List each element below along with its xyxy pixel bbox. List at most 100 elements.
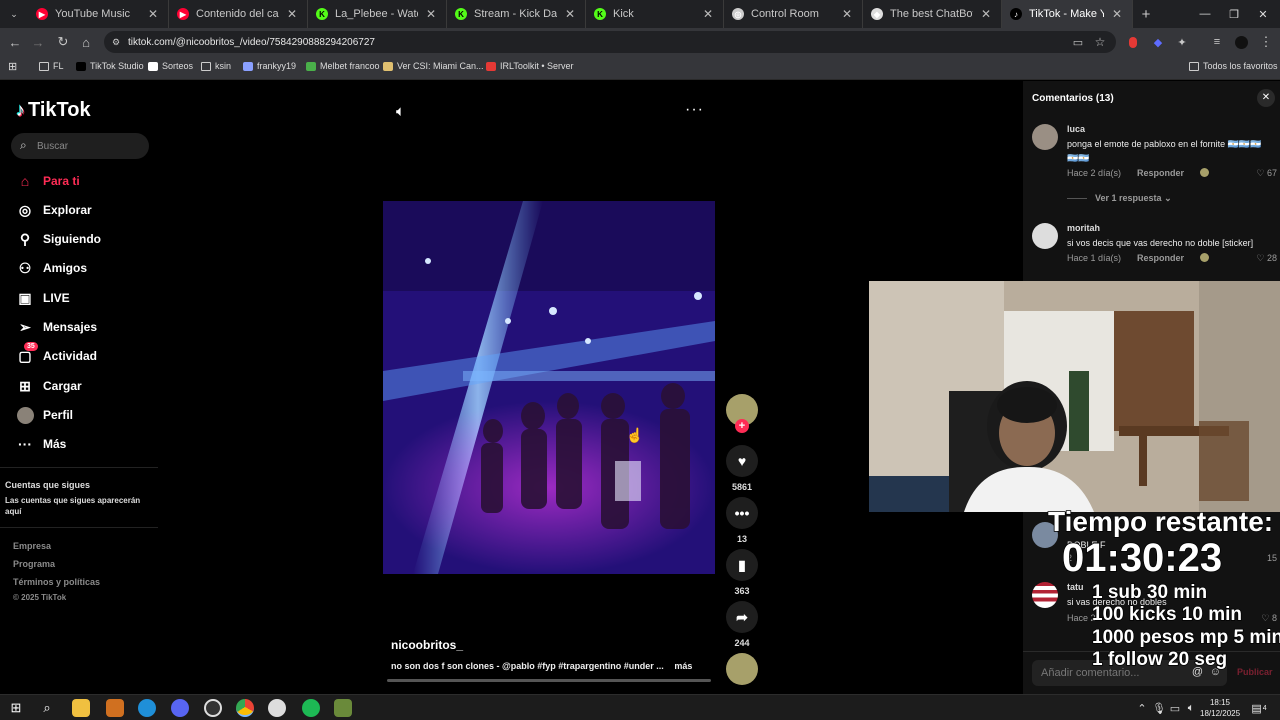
nav-item[interactable]: ⊞ Cargar [16,377,82,395]
back-button[interactable]: ← [3,30,27,54]
windows-start-icon[interactable]: ⊞ [7,699,25,717]
video-author[interactable]: nicoobritos_ [391,638,463,652]
volume-icon[interactable]: 🔈︎ [1182,699,1200,717]
apps-icon[interactable]: ⊞ [8,60,17,73]
bookmark-item[interactable]: Ver CSI: Miami Can... [383,61,484,71]
comment-user[interactable]: luca [1067,124,1085,134]
avatar[interactable] [1032,223,1058,249]
browser-tab[interactable]: K Stream - Kick Dashboard ✕ [447,0,586,28]
close-tab-icon[interactable]: ✕ [1110,7,1124,21]
forward-button[interactable]: → [26,30,50,54]
follow-plus-icon[interactable]: + [735,419,749,433]
search-input[interactable]: ⌕ Buscar [11,133,149,159]
like-button[interactable]: ♥ 5861 [726,445,758,492]
close-tab-icon[interactable]: ✕ [701,7,715,21]
browser-tab[interactable]: ▶ YouTube Music ✕ [28,0,169,28]
bookmark-item[interactable]: Melbet francoo [306,61,380,71]
bookmark-item[interactable]: ksin [201,61,231,71]
bookmark-item[interactable]: FL [39,61,64,71]
bookmark-item[interactable]: IRLToolkit • Server [486,61,574,71]
browser-tab[interactable]: ♪ TikTok - Make Your Day ✕ [1002,0,1133,28]
discord-icon[interactable] [171,699,189,717]
clock[interactable]: 18:15 18/12/2025 [1200,697,1240,719]
extensions-icon[interactable]: ✦ [1170,30,1194,54]
nav-item[interactable]: ··· Más [16,435,66,453]
url-bar[interactable]: ⚙ tiktok.com/@nicoobritos_/video/7584290… [104,31,1116,53]
close-tab-icon[interactable]: ✕ [285,7,299,21]
video-progress-bar[interactable] [387,679,711,682]
menu-icon[interactable]: ⋮ [1254,30,1278,54]
extension-red-icon[interactable] [1121,30,1145,54]
reading-list-icon[interactable]: ≡ [1205,30,1229,54]
comment-like[interactable]: ♡ 8 [1261,613,1277,624]
tiktok-logo[interactable]: ♪ TikTok [16,99,91,122]
edge-icon[interactable] [138,699,156,717]
obs-icon[interactable] [204,699,222,717]
nav-item[interactable]: Perfil [16,406,73,424]
spotify-icon[interactable] [302,699,320,717]
bookmark-item[interactable]: frankyy19 [243,61,296,71]
cast-icon[interactable]: ▭ [1066,30,1090,54]
profile-avatar[interactable] [1229,30,1253,54]
minecraft-icon[interactable] [334,699,352,717]
comment-button[interactable]: ••• 13 [726,497,758,544]
browser-tab[interactable]: K Kick ✕ [586,0,724,28]
file-explorer-icon[interactable] [72,699,90,717]
volume-icon[interactable]: 🔈︎ [396,103,405,120]
close-tab-icon[interactable]: ✕ [979,7,993,21]
browser-tab[interactable]: ▶ Contenido del canal - YouTube ✕ [169,0,308,28]
new-tab-button[interactable]: + [1133,0,1159,28]
nav-item[interactable]: ▣ LIVE [16,289,69,307]
nav-item[interactable]: ⚲ Siguiendo [16,230,101,248]
home-button[interactable]: ⌂ [74,30,98,54]
music-disc[interactable] [726,653,758,690]
video-player[interactable]: ☝ [383,201,715,574]
comment-like[interactable]: ♡ 28 [1256,253,1277,264]
browser-tab[interactable]: K La_Plebee - Watch the VOD ✕ [308,0,447,28]
more-options-icon[interactable]: ··· [685,101,704,119]
comment-like[interactable]: 15 [1267,553,1277,563]
save-button[interactable]: ▮ 363 [726,549,758,596]
reply-button[interactable]: Responder [1137,253,1184,264]
close-tab-icon[interactable]: ✕ [840,7,854,21]
comment-user[interactable]: moritah [1067,223,1100,233]
browser-tab[interactable]: ◆ The best ChatBot and Widgets ✕ [863,0,1002,28]
nav-item[interactable]: ⌂ Para ti [16,172,80,190]
footer-link[interactable]: Empresa [13,541,51,551]
extension-shield-icon[interactable]: ◆ [1146,30,1170,54]
view-replies[interactable]: Ver 1 respuesta ⌄ [1067,193,1172,204]
site-info-icon[interactable]: ⚙ [112,37,120,48]
close-tab-icon[interactable]: ✕ [563,7,577,21]
app-shield-icon[interactable] [106,699,124,717]
avatar[interactable] [1032,124,1058,150]
reload-button[interactable]: ↻ [51,30,75,54]
close-window-button[interactable]: ✕ [1246,0,1280,28]
share-button[interactable]: ➦ 244 [726,601,758,648]
browser-tab[interactable]: ◎ Control Room ✕ [724,0,863,28]
nav-item[interactable]: ⚇ Amigos [16,259,87,277]
bookmark-item[interactable]: TikTok Studio [76,61,144,71]
app-white-icon[interactable] [268,699,286,717]
chevron-up-icon[interactable]: ⌃ [1133,699,1151,717]
avatar[interactable] [1032,582,1058,608]
comment-like[interactable]: ♡ 67 [1256,168,1277,179]
nav-item[interactable]: ◎ Explorar [16,201,92,219]
bookmark-star-icon[interactable]: ☆ [1088,30,1112,54]
bookmark-item[interactable]: Sorteos [148,61,193,71]
nav-item[interactable]: ➢ Mensajes [16,318,97,336]
post-button[interactable]: Publicar [1237,667,1273,677]
close-tab-icon[interactable]: ✕ [424,7,438,21]
reply-button[interactable]: Responder [1137,168,1184,179]
tab-search-button[interactable]: ⌄ [0,0,28,28]
footer-link[interactable]: Términos y políticas [13,577,100,587]
close-tab-icon[interactable]: ✕ [146,7,160,21]
nav-item[interactable]: ▢ 35 Actividad [16,342,97,365]
comment-user[interactable]: tatu [1067,582,1084,592]
chrome-icon[interactable] [236,699,254,717]
more-link[interactable]: más [674,661,692,671]
all-bookmarks[interactable]: Todos los favoritos [1189,61,1278,71]
notifications-icon[interactable]: ▤ 4 [1250,699,1268,717]
footer-link[interactable]: Programa [13,559,55,569]
creator-avatar[interactable]: + [726,394,758,433]
search-icon[interactable]: ⌕ [38,699,56,717]
